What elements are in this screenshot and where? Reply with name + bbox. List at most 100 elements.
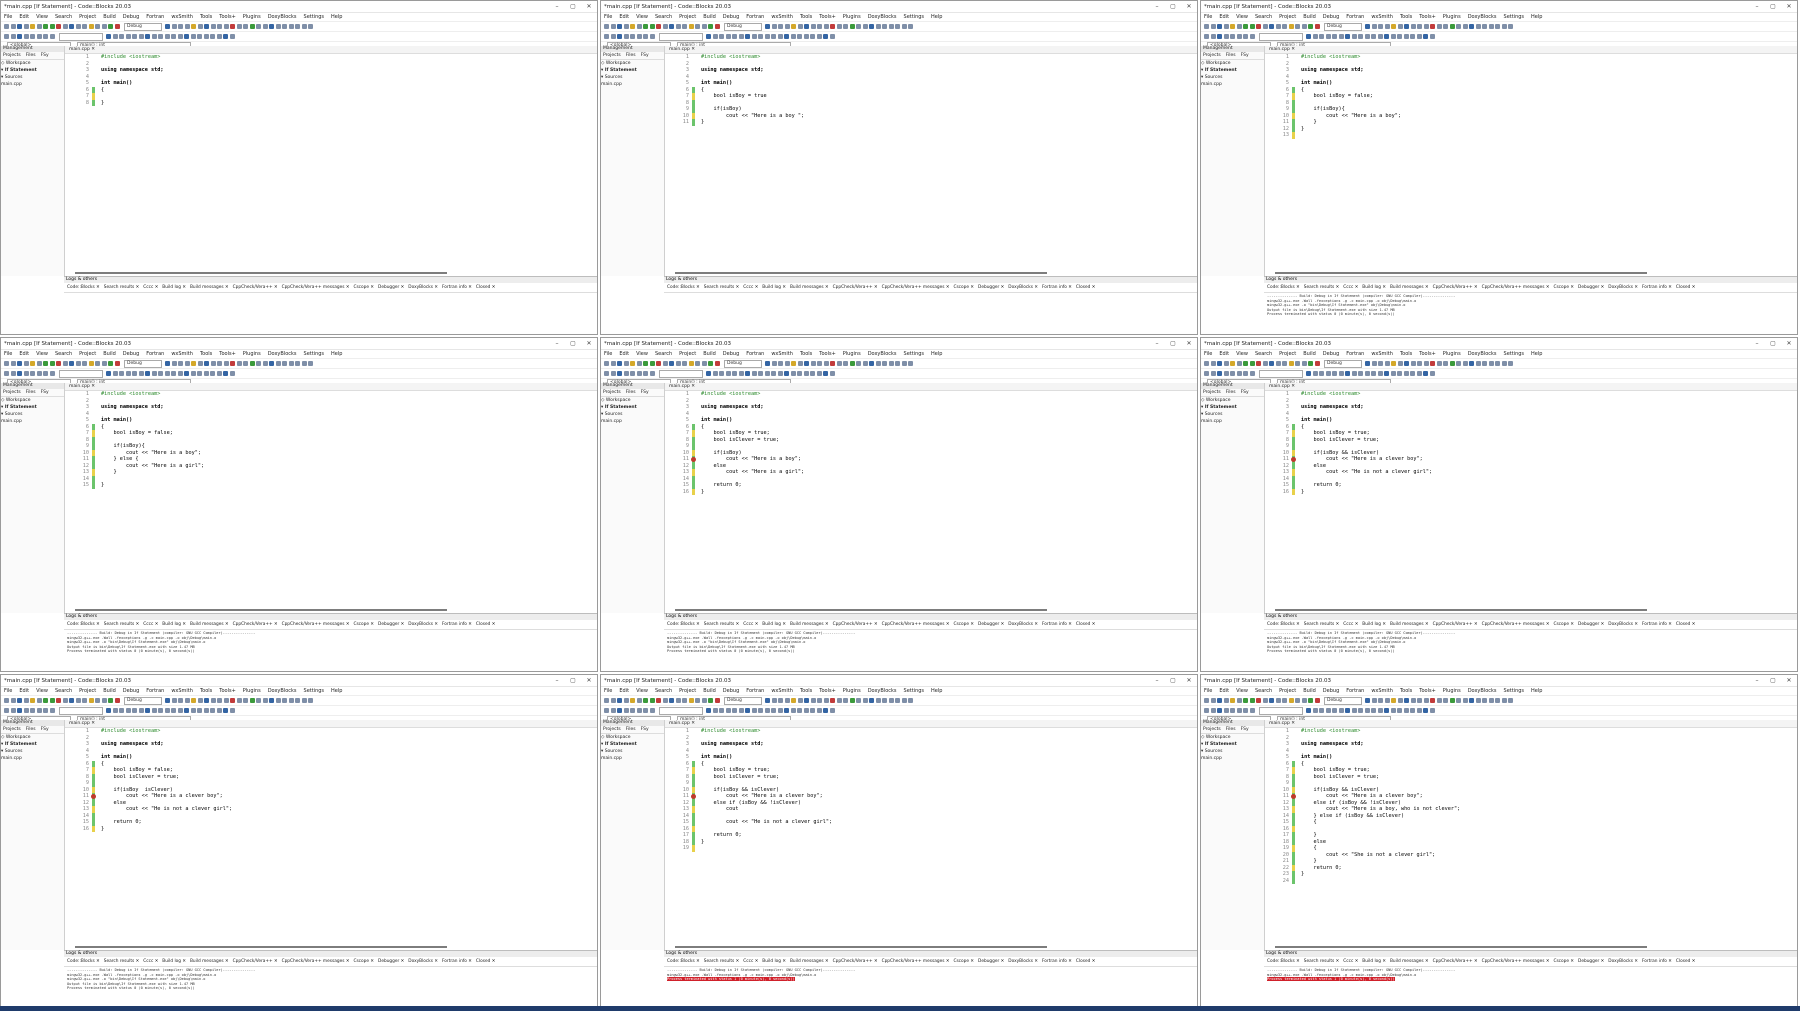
toolbar-icon[interactable] [1475, 24, 1481, 29]
tree-sources[interactable]: ▾ Sources [1201, 748, 1264, 755]
toolbar-icon[interactable] [1495, 24, 1500, 29]
build-target-select[interactable]: Debug [724, 22, 762, 31]
toolbar-icon[interactable] [1295, 698, 1300, 703]
menu-item[interactable]: Search [655, 688, 672, 694]
toolbar-icon[interactable] [791, 361, 796, 366]
log-tab[interactable]: CppCheck/Vera++ ✕ [233, 622, 278, 627]
toolbar-icon[interactable] [197, 361, 203, 366]
menu-item[interactable]: Edit [19, 14, 29, 20]
toolbar-icon[interactable] [623, 698, 629, 703]
tree-workspace[interactable]: ◇ Workspace [1201, 397, 1264, 404]
log-tab[interactable]: DoxyBlocks ✕ [1008, 959, 1038, 964]
toolbar-icon[interactable] [114, 24, 120, 29]
toolbar-icon[interactable] [216, 371, 222, 376]
log-tab[interactable]: DoxyBlocks ✕ [1608, 622, 1638, 627]
toolbar-icon[interactable] [36, 698, 42, 703]
toolbar-icon[interactable] [1436, 361, 1442, 366]
toolbar-icon[interactable] [1397, 34, 1402, 39]
log-tab[interactable]: Code::Blocks ✕ [667, 285, 700, 290]
toolbar-icon[interactable] [1391, 698, 1396, 703]
toolbar-icon[interactable] [223, 708, 228, 713]
build-target-select[interactable]: Debug [1324, 22, 1362, 31]
toolbar-icon[interactable] [1403, 371, 1409, 376]
toolbar-icon[interactable] [764, 371, 770, 376]
toolbar-icon[interactable] [708, 361, 713, 366]
menu-item[interactable]: Edit [619, 14, 629, 20]
toolbar-icon[interactable] [1358, 34, 1363, 39]
toolbar-icon[interactable] [875, 361, 881, 366]
menu-item[interactable]: Tools+ [819, 351, 836, 357]
menu-item[interactable]: wxSmith [771, 688, 793, 694]
toolbar-icon[interactable] [1410, 361, 1416, 366]
menu-item[interactable]: DoxyBlocks [1468, 351, 1497, 357]
toolbar-icon[interactable] [1269, 361, 1274, 366]
toolbar-icon[interactable] [243, 361, 248, 366]
menu-item[interactable]: Settings [304, 688, 325, 694]
toolbar-icon[interactable] [771, 34, 776, 39]
toolbar-icon[interactable] [1249, 708, 1255, 713]
toolbar-icon[interactable] [1332, 708, 1337, 713]
toolbar-icon[interactable] [1306, 371, 1311, 376]
toolbar-icon[interactable] [204, 24, 209, 29]
toolbar-icon[interactable] [203, 708, 209, 713]
code-editor[interactable]: 1 #include <iostream> 2 3 using namespace st… [1265, 728, 1797, 950]
toolbar-icon[interactable] [1230, 708, 1235, 713]
log-tab[interactable]: Build messages ✕ [1390, 285, 1429, 290]
toolbar-icon[interactable] [1377, 34, 1383, 39]
search-combo[interactable] [659, 706, 703, 715]
menu-item[interactable]: Build [703, 14, 716, 20]
toolbar-icon[interactable] [210, 708, 215, 713]
toolbar-icon[interactable] [810, 371, 815, 376]
toolbar-icon[interactable] [75, 361, 81, 366]
management-tab[interactable]: FSy [41, 53, 49, 58]
close-button[interactable]: ✕ [1781, 340, 1797, 347]
toolbar-icon[interactable] [56, 24, 61, 29]
toolbar-icon[interactable] [295, 361, 300, 366]
toolbar-icon[interactable] [1312, 34, 1318, 39]
management-tab[interactable]: Projects [603, 53, 621, 58]
toolbar-icon[interactable] [288, 698, 294, 703]
menu-item[interactable]: wxSmith [1371, 14, 1393, 20]
menu-item[interactable]: Tools+ [219, 351, 236, 357]
toolbar-icon[interactable] [1308, 698, 1313, 703]
menu-item[interactable]: Search [655, 14, 672, 20]
search-combo[interactable] [59, 369, 103, 378]
toolbar-icon[interactable] [649, 371, 655, 376]
toolbar-icon[interactable] [895, 24, 900, 29]
toolbar-icon[interactable] [1236, 34, 1242, 39]
toolbar-icon[interactable] [1210, 371, 1216, 376]
toolbar-icon[interactable] [656, 361, 661, 366]
toolbar-icon[interactable] [1482, 24, 1487, 29]
log-tab[interactable]: Debugger ✕ [378, 622, 404, 627]
log-tab[interactable]: CppCheck/Vera++ messages ✕ [1482, 959, 1550, 964]
menu-item[interactable]: Tools [800, 351, 812, 357]
menu-item[interactable]: DoxyBlocks [268, 351, 297, 357]
breakpoint-marker[interactable] [91, 794, 96, 799]
menu-item[interactable]: Plugins [243, 688, 261, 694]
toolbar-icon[interactable] [856, 698, 861, 703]
toolbar-icon[interactable] [630, 371, 635, 376]
log-tab[interactable]: Fortran info ✕ [1642, 959, 1672, 964]
toolbar-icon[interactable] [803, 708, 809, 713]
toolbar-icon[interactable] [1495, 361, 1500, 366]
toolbar-icon[interactable] [4, 371, 9, 376]
toolbar-icon[interactable] [656, 24, 661, 29]
toolbar-icon[interactable] [288, 361, 294, 366]
management-tab[interactable]: Files [26, 53, 36, 58]
management-tab[interactable]: Files [1226, 727, 1236, 732]
toolbar-icon[interactable] [223, 361, 229, 366]
toolbar-icon[interactable] [695, 698, 700, 703]
tree-project[interactable]: ▾ If Statement [1, 741, 64, 748]
toolbar-icon[interactable] [223, 24, 229, 29]
toolbar-icon[interactable] [810, 708, 815, 713]
management-tab[interactable]: FSy [1241, 727, 1249, 732]
menu-item[interactable]: Search [55, 14, 72, 20]
toolbar-icon[interactable] [784, 371, 789, 376]
toolbar-icon[interactable] [184, 698, 190, 703]
minimize-button[interactable]: – [1149, 677, 1165, 684]
toolbar-icon[interactable] [164, 371, 170, 376]
tree-file[interactable]: main.cpp [601, 418, 664, 425]
toolbar-icon[interactable] [1338, 708, 1344, 713]
toolbar-icon[interactable] [1423, 371, 1428, 376]
toolbar-icon[interactable] [604, 24, 609, 29]
